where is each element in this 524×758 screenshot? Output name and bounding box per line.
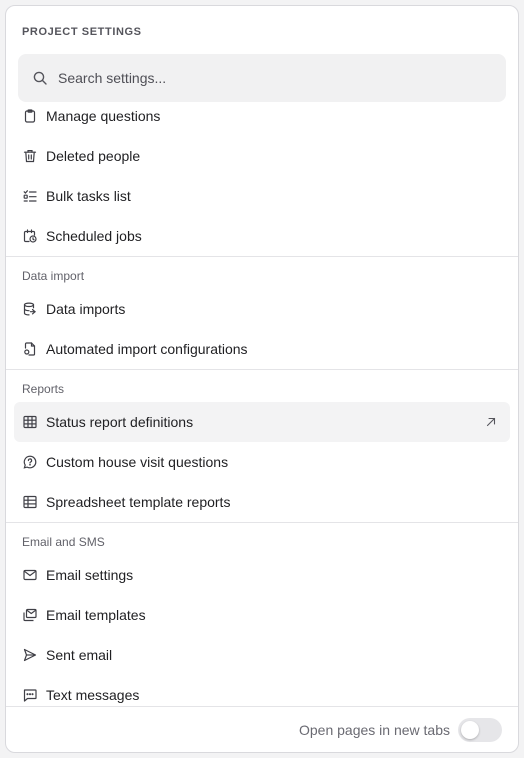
- panel-title: PROJECT SETTINGS: [22, 26, 142, 38]
- section-header-reports: Reports: [6, 369, 518, 397]
- settings-item-label: Spreadsheet template reports: [46, 494, 231, 510]
- mail-icon: [22, 567, 38, 583]
- settings-list[interactable]: Manage questions Deleted people Bulk tas…: [6, 102, 518, 706]
- settings-item-data-imports[interactable]: Data imports: [14, 289, 510, 329]
- settings-item-label: Deleted people: [46, 148, 141, 164]
- settings-item-status-report-definitions[interactable]: Status report definitions: [14, 402, 510, 442]
- database-import-icon: [22, 301, 38, 317]
- search-box[interactable]: [18, 54, 506, 102]
- mail-stack-icon: [22, 607, 38, 623]
- settings-footer: Open pages in new tabs: [6, 706, 518, 752]
- settings-item-scheduled-jobs[interactable]: Scheduled jobs: [14, 216, 510, 256]
- settings-item-label: Manage questions: [46, 108, 161, 124]
- settings-item-label: Scheduled jobs: [46, 228, 142, 244]
- clipboard-icon: [22, 108, 38, 124]
- settings-item-label: Email templates: [46, 607, 146, 623]
- message-dots-icon: [22, 687, 38, 703]
- list-checks-icon: [22, 188, 38, 204]
- settings-item-automated-import-configurations[interactable]: Automated import configurations: [14, 329, 510, 369]
- settings-item-label: Custom house visit questions: [46, 454, 229, 470]
- new-tabs-toggle[interactable]: [458, 717, 502, 742]
- settings-item-text-messages[interactable]: Text messages: [14, 675, 510, 706]
- settings-item-label: Automated import configurations: [46, 341, 248, 357]
- settings-item-label: Email settings: [46, 567, 134, 583]
- settings-item-email-templates[interactable]: Email templates: [14, 595, 510, 635]
- settings-item-manage-questions[interactable]: Manage questions: [14, 102, 510, 136]
- settings-item-bulk-tasks-list[interactable]: Bulk tasks list: [14, 176, 510, 216]
- new-tabs-toggle-label: Open pages in new tabs: [299, 721, 450, 738]
- settings-panel: PROJECT SETTINGS Manage questions: [5, 5, 519, 753]
- table-icon: [22, 414, 38, 430]
- send-icon: [22, 647, 38, 663]
- external-link-arrow-icon[interactable]: [484, 415, 498, 429]
- toggle-knob: [461, 720, 479, 739]
- settings-item-label: Sent email: [46, 647, 113, 663]
- table-icon: [22, 494, 38, 510]
- settings-item-custom-house-visit-questions[interactable]: Custom house visit questions: [14, 442, 510, 482]
- search-icon: [33, 71, 47, 85]
- trash-icon: [22, 148, 38, 164]
- settings-item-label: Bulk tasks list: [46, 188, 131, 204]
- settings-item-sent-email[interactable]: Sent email: [14, 635, 510, 675]
- settings-item-label: Text messages: [46, 687, 140, 703]
- settings-item-spreadsheet-template-reports[interactable]: Spreadsheet template reports: [14, 482, 510, 522]
- settings-item-email-settings[interactable]: Email settings: [14, 555, 510, 595]
- settings-item-label: Data imports: [46, 301, 126, 317]
- file-cog-icon: [22, 341, 38, 357]
- section-header-data-import: Data import: [6, 256, 518, 284]
- calendar-clock-icon: [22, 228, 38, 244]
- settings-item-label: Status report definitions: [46, 414, 194, 430]
- settings-item-deleted-people[interactable]: Deleted people: [14, 136, 510, 176]
- search-input[interactable]: [58, 70, 478, 86]
- section-header-email-and-sms: Email and SMS: [6, 522, 518, 550]
- message-question-icon: [22, 454, 38, 470]
